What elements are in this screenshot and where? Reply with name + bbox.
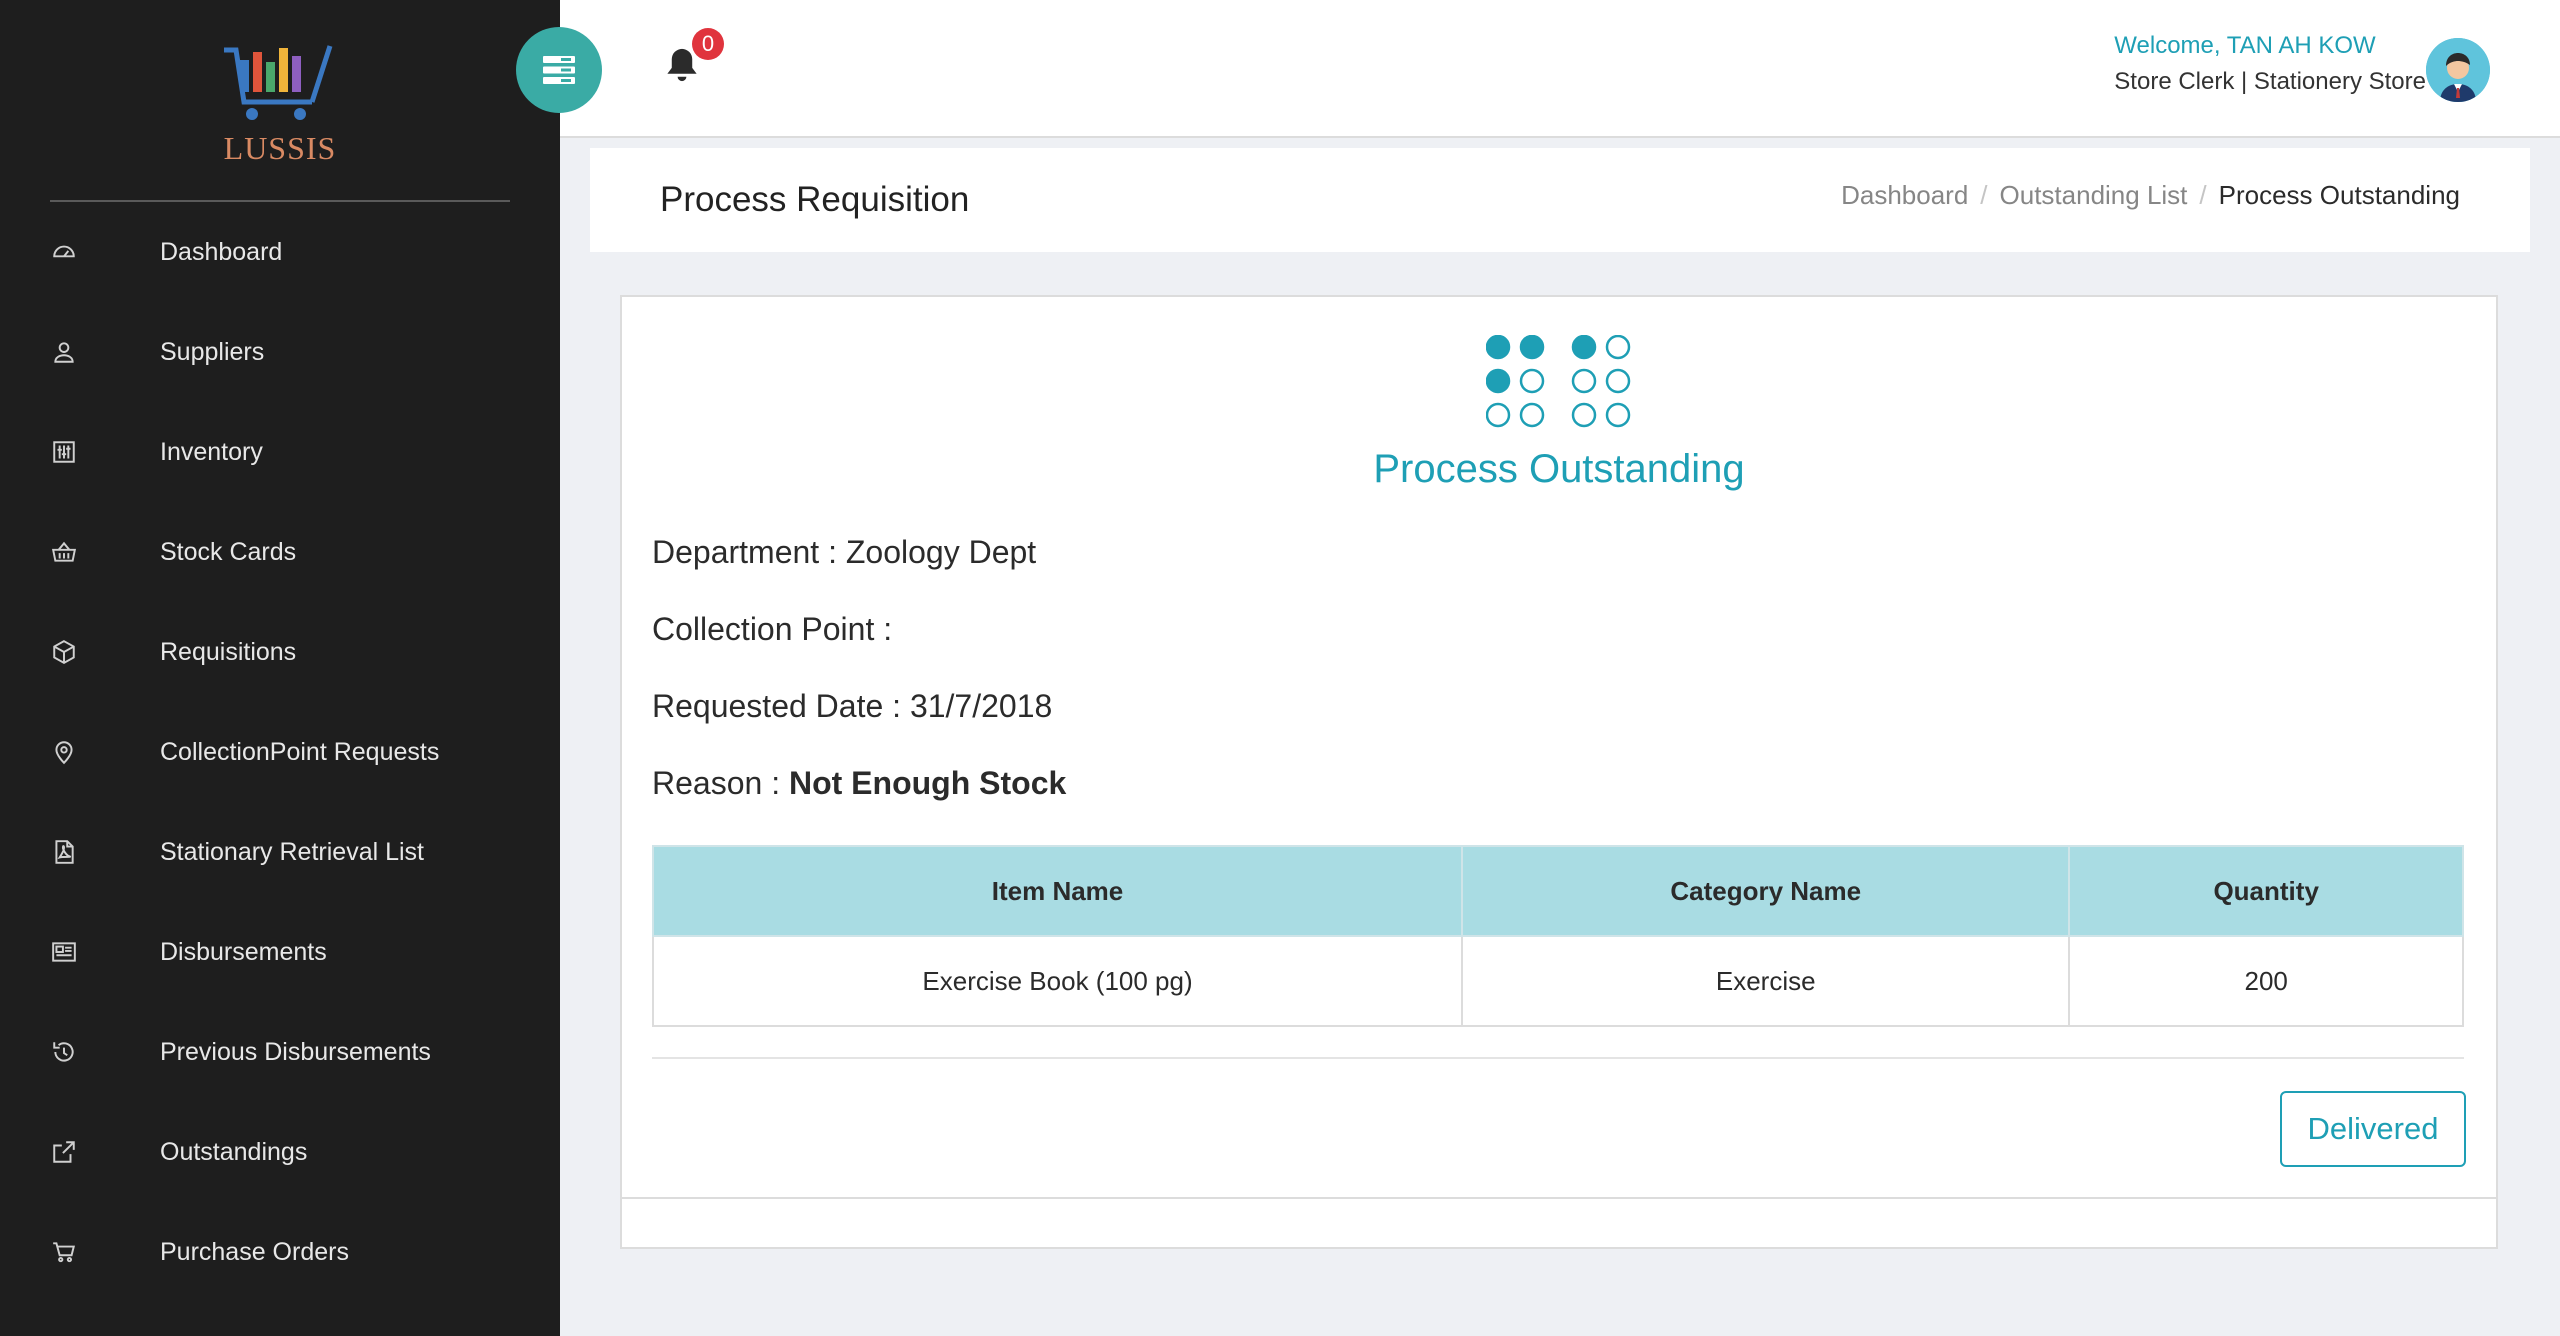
brand-logo[interactable]: LUSSIS xyxy=(0,40,560,185)
dashboard-icon xyxy=(50,238,78,266)
sidebar-item-label: CollectionPoint Requests xyxy=(160,737,440,766)
table-header-row: Item Name Category Name Quantity xyxy=(651,845,2464,937)
sidebar-item-outstandings[interactable]: Outstandings xyxy=(0,1102,560,1202)
cell-item-name: Exercise Book (100 pg) xyxy=(651,935,1464,1027)
cell-quantity: 200 xyxy=(2068,935,2464,1027)
sidebar-item-label: Stock Cards xyxy=(160,537,297,566)
user-avatar-icon xyxy=(2426,38,2490,102)
sidebar-item-label: Previous Disbursements xyxy=(160,1037,431,1066)
pdf-file-icon xyxy=(50,838,78,866)
newspaper-icon xyxy=(50,938,78,966)
breadcrumb-separator: / xyxy=(1980,180,1988,210)
notification-count-badge: 0 xyxy=(692,28,724,60)
welcome-text: Welcome, TAN AH KOW xyxy=(2114,32,2376,59)
requested-date-text: Requested Date : 31/7/2018 xyxy=(652,688,1053,724)
reason-label: Reason : xyxy=(652,765,789,801)
sidebar-item-label: Inventory xyxy=(160,437,263,466)
column-header-quantity[interactable]: Quantity xyxy=(2068,845,2464,937)
card-heading: Process Outstanding xyxy=(1373,447,1745,491)
box-icon xyxy=(50,638,78,666)
reason-value: Not Enough Stock xyxy=(788,765,1067,801)
sidebar-item-label: Suppliers xyxy=(160,337,265,366)
page-title: Process Requisition xyxy=(660,180,970,219)
sidebar-item-inventory[interactable]: Inventory xyxy=(0,402,560,502)
sidebar-item-disbursements[interactable]: Disbursements xyxy=(0,902,560,1002)
items-table: Item Name Category Name Quantity Exercis… xyxy=(651,845,2464,1027)
sidebar: LUSSIS Dashboard Suppliers Inventory Sto… xyxy=(0,0,560,1336)
sidebar-item-stock-cards[interactable]: Stock Cards xyxy=(0,502,560,602)
breadcrumb: Dashboard / Outstanding List / Process O… xyxy=(1841,180,2460,211)
breadcrumb-dashboard-link[interactable]: Dashboard xyxy=(1841,180,1968,211)
cart-logo-icon xyxy=(224,45,333,120)
breadcrumb-current: Process Outstanding xyxy=(2218,180,2460,210)
breadcrumb-outstanding-list-link[interactable]: Outstanding List xyxy=(2000,180,2188,211)
menu-icon xyxy=(543,56,575,84)
dots-grid-icon xyxy=(1486,335,1631,428)
sidebar-item-collectionpoint-requests[interactable]: CollectionPoint Requests xyxy=(0,702,560,802)
sidebar-item-label: Requisitions xyxy=(160,637,297,666)
sidebar-item-label: Purchase Orders xyxy=(160,1237,349,1266)
sidebar-item-label: Disbursements xyxy=(160,937,327,966)
delivered-button[interactable]: Delivered xyxy=(2280,1091,2466,1167)
cell-category-name: Exercise xyxy=(1461,935,2071,1027)
topbar: 0 Welcome, TAN AH KOW Store Clerk | Stat… xyxy=(516,0,2560,138)
reason-text: Reason : Not Enough Stock xyxy=(652,765,1066,802)
page-header: Process Requisition Dashboard / Outstand… xyxy=(590,148,2530,252)
sidebar-item-suppliers[interactable]: Suppliers xyxy=(0,302,560,402)
brand-name: LUSSIS xyxy=(223,130,337,166)
user-role-text: Store Clerk | Stationery Store xyxy=(2114,68,2426,95)
breadcrumb-separator: / xyxy=(2199,180,2207,210)
basket-icon xyxy=(50,538,78,566)
external-link-icon xyxy=(50,1138,78,1166)
sliders-icon xyxy=(50,438,78,466)
sidebar-item-dashboard[interactable]: Dashboard xyxy=(0,202,560,302)
sidebar-item-label: Stationary Retrieval List xyxy=(160,837,425,866)
column-header-category-name[interactable]: Category Name xyxy=(1461,845,2071,937)
sidebar-item-requisitions[interactable]: Requisitions xyxy=(0,602,560,702)
sidebar-item-stationary-retrieval-list[interactable]: Stationary Retrieval List xyxy=(0,802,560,902)
avatar[interactable] xyxy=(2426,38,2490,102)
user-info: Welcome, TAN AH KOW Store Clerk | Statio… xyxy=(2114,32,2426,96)
process-outstanding-card: Process Outstanding Department : Zoology… xyxy=(622,297,2496,1199)
menu-toggle-button[interactable] xyxy=(516,27,602,113)
table-row: Exercise Book (100 pg) Exercise 200 xyxy=(651,935,2464,1027)
column-header-item-name[interactable]: Item Name xyxy=(651,845,1464,937)
history-icon xyxy=(50,1038,78,1066)
cart-icon xyxy=(50,1238,78,1266)
card-divider xyxy=(652,1057,2464,1059)
map-pin-icon xyxy=(50,738,78,766)
department-text: Department : Zoology Dept xyxy=(652,534,1037,570)
user-icon xyxy=(50,338,78,366)
sidebar-item-previous-disbursements[interactable]: Previous Disbursements xyxy=(0,1002,560,1102)
sidebar-item-label: Outstandings xyxy=(160,1137,308,1166)
sidebar-item-label: Dashboard xyxy=(160,237,283,266)
sidebar-item-purchase-orders[interactable]: Purchase Orders xyxy=(0,1202,560,1302)
collection-point-text: Collection Point : xyxy=(652,611,893,647)
